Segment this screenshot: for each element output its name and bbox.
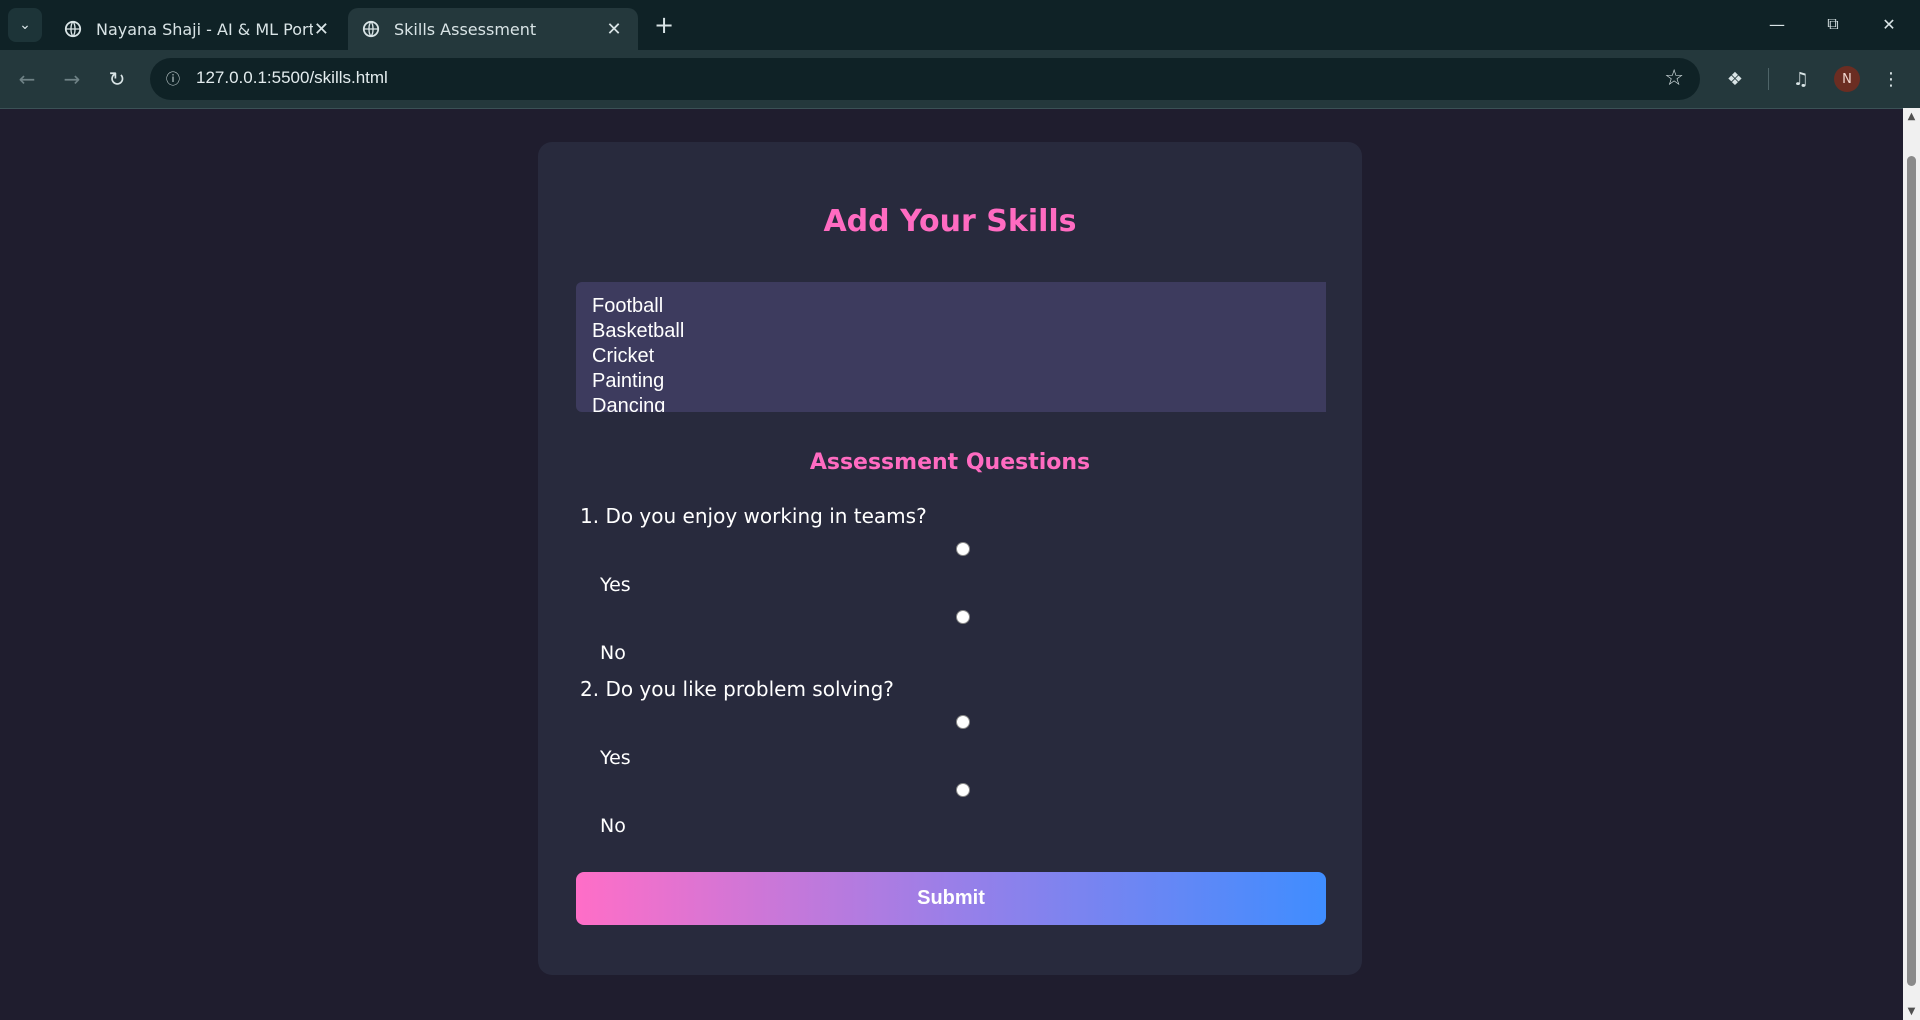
tab-title: Nayana Shaji - AI & ML Portfolio xyxy=(96,19,313,39)
q2-no-label: No xyxy=(600,815,626,837)
q1-no-label: No xyxy=(600,642,626,664)
restore-icon: ⧉ xyxy=(1827,14,1839,33)
profile-initial: N xyxy=(1842,71,1852,87)
restore-button[interactable]: ⧉ xyxy=(1810,8,1856,40)
bookmark-star-icon[interactable]: ☆ xyxy=(1664,66,1684,91)
skill-option[interactable]: Painting xyxy=(592,369,1310,394)
tab-portfolio[interactable]: Nayana Shaji - AI & ML Portfolio ✕ xyxy=(50,8,344,50)
close-icon[interactable]: ✕ xyxy=(604,19,624,40)
minimize-button[interactable]: — xyxy=(1754,8,1800,40)
question-2: 2. Do you like problem solving? xyxy=(580,677,894,701)
reload-icon: ↻ xyxy=(108,67,126,91)
arrow-right-icon: → xyxy=(63,67,81,91)
q2-yes-label: Yes xyxy=(600,747,631,769)
submit-button[interactable]: Submit xyxy=(576,872,1326,925)
scroll-down-arrow-icon[interactable]: ▼ xyxy=(1903,1003,1920,1020)
back-button[interactable]: ← xyxy=(10,62,44,96)
tab-title: Skills Assessment xyxy=(394,19,537,39)
q2-no-radio[interactable] xyxy=(956,783,970,797)
reload-button[interactable]: ↻ xyxy=(100,62,134,96)
q2-yes-radio[interactable] xyxy=(956,715,970,729)
avatar[interactable]: N xyxy=(1834,66,1860,92)
site-info-icon[interactable]: ⓘ xyxy=(160,66,186,92)
address-bar[interactable]: ⓘ 127.0.0.1:5500/skills.html ☆ xyxy=(150,58,1700,100)
skill-option[interactable]: Football xyxy=(592,294,1310,319)
section-title: Assessment Questions xyxy=(809,450,1091,475)
skills-select-list[interactable]: Football Basketball Cricket Painting Dan… xyxy=(576,282,1326,412)
extensions-button[interactable]: ❖ xyxy=(1718,62,1752,96)
scrollbar-thumb[interactable] xyxy=(1907,156,1916,986)
tab-strip: ⌄ Nayana Shaji - AI & ML Portfolio ✕ Ski… xyxy=(0,0,1920,50)
skill-option[interactable]: Basketball xyxy=(592,319,1310,344)
question-1: 1. Do you enjoy working in teams? xyxy=(580,504,927,528)
toolbar-divider xyxy=(1768,68,1769,90)
arrow-left-icon: ← xyxy=(18,67,36,91)
forward-button[interactable]: → xyxy=(55,62,89,96)
browser-toolbar: ← → ↻ ⓘ 127.0.0.1:5500/skills.html ☆ ❖ ♫… xyxy=(0,50,1920,109)
skill-option[interactable]: Cricket xyxy=(592,344,1310,369)
puzzle-icon: ❖ xyxy=(1726,68,1744,90)
q1-yes-label: Yes xyxy=(600,574,631,596)
tab-skills-assessment[interactable]: Skills Assessment ✕ xyxy=(348,8,638,50)
chevron-down-icon: ⌄ xyxy=(19,17,31,33)
q1-yes-radio[interactable] xyxy=(956,542,970,556)
tab-search-button[interactable]: ⌄ xyxy=(8,8,42,42)
page-scrollbar[interactable]: ▲ ▼ xyxy=(1903,108,1920,1020)
new-tab-button[interactable]: + xyxy=(650,12,678,40)
skills-card: Add Your Skills Football Basketball Cric… xyxy=(538,142,1362,975)
close-icon: ✕ xyxy=(1882,14,1896,34)
plus-icon: + xyxy=(653,11,675,39)
q1-no-radio[interactable] xyxy=(956,610,970,624)
skills-options: Football Basketball Cricket Painting Dan… xyxy=(576,282,1326,412)
playlist-icon: ♫ xyxy=(1792,68,1810,90)
globe-icon xyxy=(64,20,82,38)
close-window-button[interactable]: ✕ xyxy=(1866,8,1912,40)
close-icon[interactable]: ✕ xyxy=(313,19,330,40)
minimize-icon: — xyxy=(1769,14,1785,34)
media-controls-button[interactable]: ♫ xyxy=(1784,62,1818,96)
globe-icon xyxy=(362,20,380,38)
scroll-up-arrow-icon[interactable]: ▲ xyxy=(1903,108,1920,125)
page-title: Add Your Skills xyxy=(823,204,1077,239)
menu-button[interactable]: ⋮ xyxy=(1874,62,1908,96)
url-text: 127.0.0.1:5500/skills.html xyxy=(196,68,388,87)
skill-option[interactable]: Dancing xyxy=(592,394,1310,412)
more-vert-icon: ⋮ xyxy=(1882,68,1900,90)
